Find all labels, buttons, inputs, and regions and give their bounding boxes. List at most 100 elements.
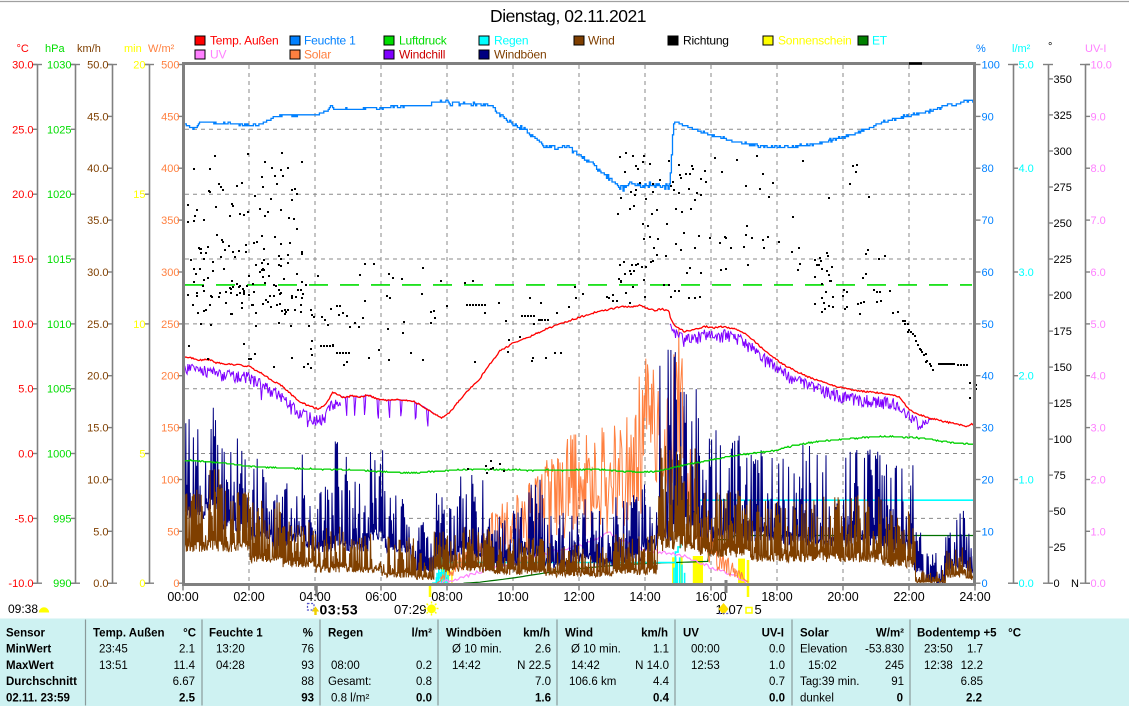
svg-text:175: 175 [1054,326,1072,338]
svg-text:Solar: Solar [800,627,829,639]
svg-text:2.6: 2.6 [535,644,551,656]
svg-text:1015: 1015 [47,254,71,266]
svg-text:10.0: 10.0 [1091,60,1112,72]
svg-text:91: 91 [891,676,904,688]
svg-text:UV-I: UV-I [762,627,784,639]
svg-text:N: N [1071,578,1079,590]
svg-text:5: 5 [755,602,762,617]
svg-text:200: 200 [1054,290,1072,302]
svg-text:Solar: Solar [304,48,331,62]
svg-text:Durchschnitt: Durchschnitt [6,676,77,688]
svg-text:990: 990 [53,578,71,590]
svg-text:50: 50 [982,319,994,331]
svg-text:UV-I: UV-I [1085,43,1106,55]
svg-text:1.0: 1.0 [1091,526,1106,538]
svg-text:Wind: Wind [565,627,593,639]
svg-text:°: ° [1048,41,1052,53]
svg-text:30: 30 [982,423,994,435]
svg-text:Bodentemp +5: Bodentemp +5 [917,627,997,639]
svg-text:15.0: 15.0 [12,254,33,266]
svg-text:1.1: 1.1 [653,644,669,656]
svg-text:08:00: 08:00 [431,590,462,604]
svg-text:12:38: 12:38 [924,660,953,672]
svg-text:5: 5 [139,449,145,461]
svg-text:995: 995 [53,513,71,525]
svg-text:1.0: 1.0 [1019,475,1034,487]
svg-text:Feuchte 1: Feuchte 1 [209,627,263,639]
svg-text:275: 275 [1054,182,1072,194]
svg-text:2.1: 2.1 [179,644,195,656]
svg-text:0.0: 0.0 [416,693,432,705]
svg-text:0: 0 [139,578,145,590]
svg-text:12:53: 12:53 [691,660,720,672]
svg-text:5.0: 5.0 [1019,60,1034,72]
svg-text:88: 88 [301,676,314,688]
svg-text:Elevation: Elevation [800,644,847,656]
svg-text:50: 50 [167,526,179,538]
svg-text:1025: 1025 [47,124,71,136]
svg-text:13:20: 13:20 [216,644,245,656]
svg-text:150: 150 [161,423,179,435]
svg-text:24:00: 24:00 [959,590,990,604]
svg-text:min: min [124,43,142,55]
svg-text:225: 225 [1054,254,1072,266]
svg-text:300: 300 [161,267,179,279]
svg-text:Luftdruck: Luftdruck [399,34,448,48]
svg-text:%: % [976,43,986,55]
svg-text:Ø 10 min.: Ø 10 min. [452,644,502,656]
svg-text:Temp. Außen: Temp. Außen [210,34,279,48]
svg-text:40: 40 [982,371,994,383]
svg-text:km/h: km/h [641,627,668,639]
svg-text:10.0: 10.0 [12,319,33,331]
svg-text:2.2: 2.2 [966,693,982,705]
svg-text:125: 125 [1054,398,1072,410]
svg-text:W/m²: W/m² [148,43,175,55]
svg-text:hPa: hPa [45,43,65,55]
svg-text:dunkel: dunkel [800,693,834,705]
svg-text:ET: ET [872,34,888,48]
svg-text:N 14.0: N 14.0 [635,660,669,672]
svg-text:4.0: 4.0 [1019,163,1034,175]
svg-text:15:02: 15:02 [808,660,837,672]
svg-text:5.0: 5.0 [93,526,108,538]
svg-text:0: 0 [897,693,903,705]
svg-text:450: 450 [161,111,179,123]
svg-text:18:00: 18:00 [761,590,792,604]
svg-text:10.0: 10.0 [87,475,108,487]
svg-text:75: 75 [1054,470,1066,482]
svg-text:13:51: 13:51 [99,660,128,672]
svg-text:12.2: 12.2 [961,660,983,672]
svg-text:6.67: 6.67 [173,676,195,688]
svg-text:0.0: 0.0 [769,644,785,656]
svg-text:km/h: km/h [77,43,101,55]
svg-text:150: 150 [1054,362,1072,374]
svg-text:22:00: 22:00 [893,590,924,604]
svg-text:6.85: 6.85 [961,676,983,688]
svg-text:-5.0: -5.0 [15,513,34,525]
svg-text:20:00: 20:00 [827,590,858,604]
svg-text:Wind: Wind [588,34,615,48]
svg-text:Feuchte 1: Feuchte 1 [304,34,356,48]
svg-text:2.5: 2.5 [179,693,196,705]
svg-text:60: 60 [982,267,994,279]
svg-text:1.6: 1.6 [535,693,551,705]
svg-text:10: 10 [133,319,145,331]
svg-text:2.0: 2.0 [1091,475,1106,487]
svg-text:20.0: 20.0 [12,189,33,201]
svg-text:08:00: 08:00 [331,660,360,672]
svg-text:3.0: 3.0 [1019,267,1034,279]
svg-text:5.0: 5.0 [18,384,33,396]
svg-text:325: 325 [1054,110,1072,122]
svg-text:250: 250 [1054,218,1072,230]
svg-text:°C: °C [183,627,196,639]
svg-text:UV: UV [210,48,226,62]
svg-text:25.0: 25.0 [12,124,33,136]
svg-text:20: 20 [133,60,145,72]
svg-text:300: 300 [1054,146,1072,158]
svg-text:70: 70 [982,215,994,227]
svg-text:Tag:39 min.: Tag:39 min. [800,676,859,688]
svg-text:Windböen: Windböen [446,627,501,639]
svg-text:04:28: 04:28 [216,660,245,672]
svg-text:250: 250 [161,319,179,331]
svg-text:0.7: 0.7 [769,676,785,688]
